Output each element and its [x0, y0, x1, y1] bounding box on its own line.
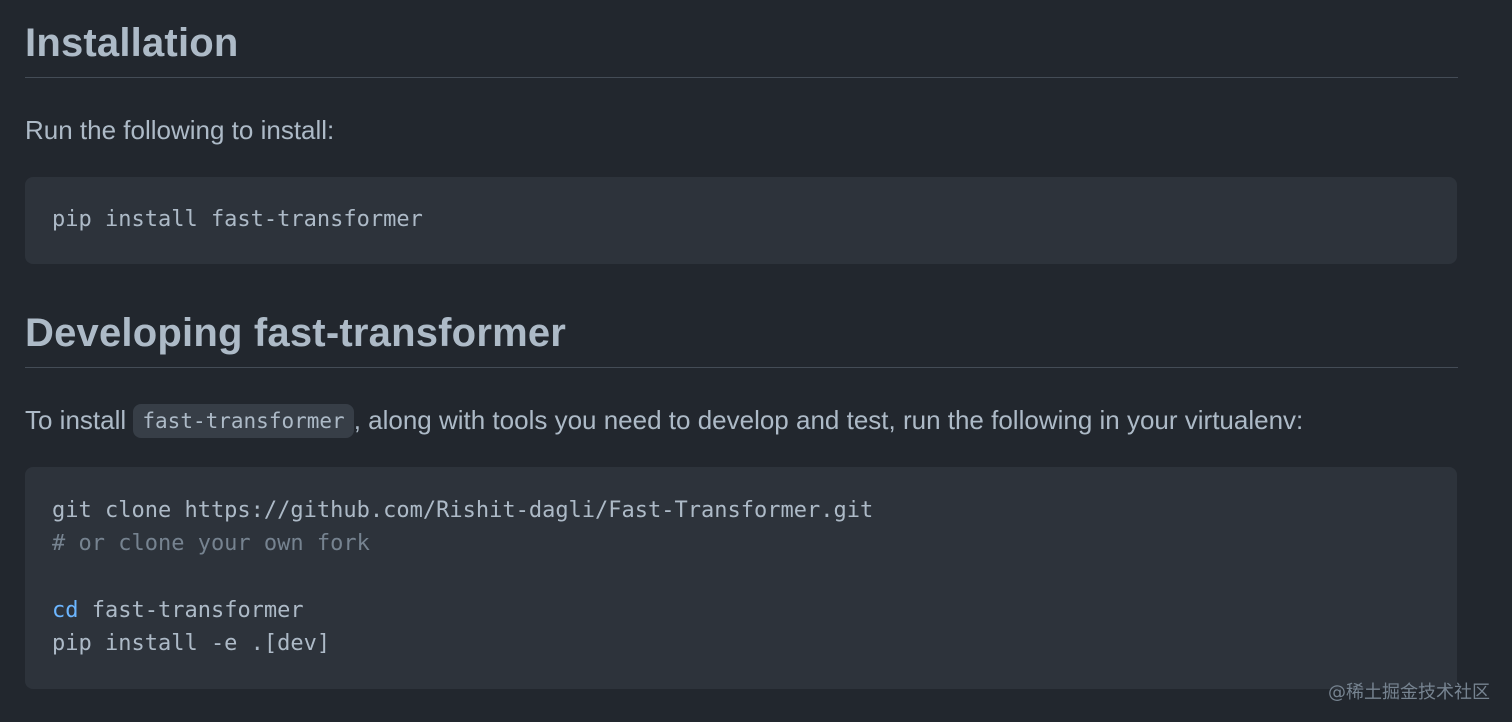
code-line-pip-install: pip install fast-transformer [52, 207, 423, 232]
developing-intro-before: To install [25, 405, 134, 435]
code-line-cd: cd fast-transformer [52, 598, 304, 624]
installation-intro: Run the following to install: [25, 115, 335, 145]
code-line-comment: # or clone your own fork [52, 531, 370, 556]
install-code-block[interactable]: pip install fast-transformer [25, 177, 1457, 264]
installation-heading: Installation [25, 19, 1458, 78]
developing-intro-after: , along with tools you need to develop a… [353, 405, 1304, 435]
inline-code-package: fast-transformer [133, 404, 354, 438]
code-cd-argument: fast-transformer [78, 598, 304, 623]
watermark: @稀土掘金技术社区 [1328, 682, 1490, 703]
code-keyword-cd: cd [52, 598, 79, 623]
code-line-pip-install-dev: pip install -e .[dev] [52, 631, 331, 656]
developing-heading: Developing fast-transformer [25, 309, 1458, 368]
code-line-git-clone: git clone https://github.com/Rishit-dagl… [52, 498, 874, 523]
dev-code-block[interactable]: git clone https://github.com/Rishit-dagl… [25, 467, 1457, 689]
developing-intro: To install fast-transformer, along with … [25, 403, 1303, 438]
